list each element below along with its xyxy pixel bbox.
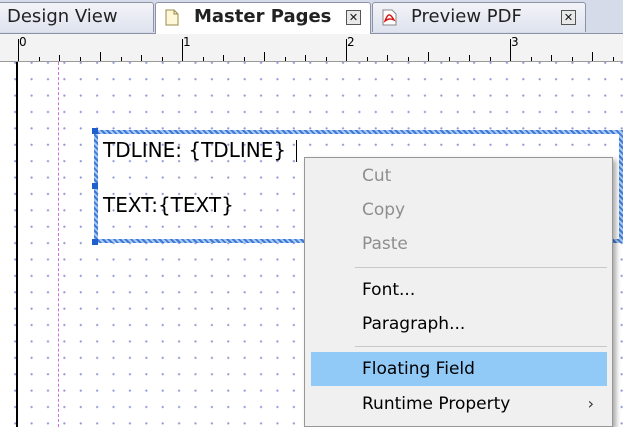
ruler-tick [182,39,183,61]
menu-item-label: Copy [362,200,406,220]
ruler-tick [285,57,286,61]
ruler-tick [39,57,40,61]
ruler-tick [408,57,409,61]
ruler-tick [162,57,163,61]
ruler-tick [346,39,347,61]
page-left-border [16,62,18,427]
text-caret [296,140,297,162]
menu-item-floating-field[interactable]: Floating Field [311,352,607,386]
ruler-tick [531,57,532,61]
ruler-tick [80,57,81,61]
pdf-icon [382,9,398,26]
ruler-tick [244,57,245,61]
menu-item-label: Paste [362,234,408,254]
menu-item-label: Floating Field [362,359,475,379]
tab-label: Design View [7,6,118,27]
menu-item-label: Runtime Property [362,394,511,414]
tab-design-view[interactable]: Design View [0,2,154,32]
menu-item-label: Cut [362,166,392,186]
close-icon[interactable]: ✕ [561,10,576,25]
menu-item-label: Font... [362,280,416,300]
menu-item-runtime-property[interactable]: Runtime Property › [305,387,612,421]
ruler-tick [326,57,327,61]
menu-separator [355,267,607,268]
chevron-right-icon: › [587,394,594,413]
tab-label: Preview PDF [411,6,522,27]
ruler-tick [100,52,101,61]
ruler-tick [59,55,60,61]
horizontal-ruler: 0 1 2 3 [0,34,623,62]
resize-handle[interactable] [92,128,98,134]
ruler-tick [592,52,593,61]
ruler-tick [510,39,511,61]
ruler-tick [490,57,491,61]
ruler-label: 0 [19,35,27,49]
ruler-tick [121,57,122,61]
ruler-tick [203,57,204,61]
document-page-icon [165,9,179,26]
menu-item-font[interactable]: Font... [305,273,612,307]
tdline-field[interactable]: TDLINE: {TDLINE} [103,138,286,162]
tab-label: Master Pages [194,6,332,27]
tab-bar: Design View Master Pages ✕ Preview PDF ✕ [0,0,623,34]
ruler-tick [613,57,614,61]
ruler-tick [572,57,573,61]
resize-handle[interactable] [92,183,98,189]
menu-item-copy[interactable]: Copy [305,193,612,227]
ruler-tick [367,57,368,61]
tab-master-pages[interactable]: Master Pages ✕ [155,2,371,34]
ruler-tick [387,55,388,61]
ruler-tick [223,55,224,61]
margin-guide [58,62,59,427]
menu-separator [355,346,607,347]
context-menu: Cut Copy Paste Font... Paragraph... Floa… [304,157,613,427]
ruler-tick [141,55,142,61]
ruler-tick [18,39,19,61]
ruler-label: 2 [347,35,355,49]
close-icon[interactable]: ✕ [346,10,361,25]
tab-preview-pdf[interactable]: Preview PDF ✕ [372,2,586,32]
menu-item-label: Paragraph... [362,314,466,334]
menu-item-cut[interactable]: Cut [305,159,612,193]
ruler-tick [469,55,470,61]
ruler-label: 3 [511,35,519,49]
menu-item-paragraph[interactable]: Paragraph... [305,307,612,341]
menu-item-paste[interactable]: Paste [305,227,612,261]
ruler-tick [428,52,429,61]
ruler-tick [449,57,450,61]
text-field[interactable]: TEXT:{TEXT} [103,193,234,217]
ruler-tick [551,55,552,61]
ruler-label: 1 [183,35,191,49]
resize-handle[interactable] [92,239,98,245]
ruler-tick [264,52,265,61]
ruler-tick [305,55,306,61]
